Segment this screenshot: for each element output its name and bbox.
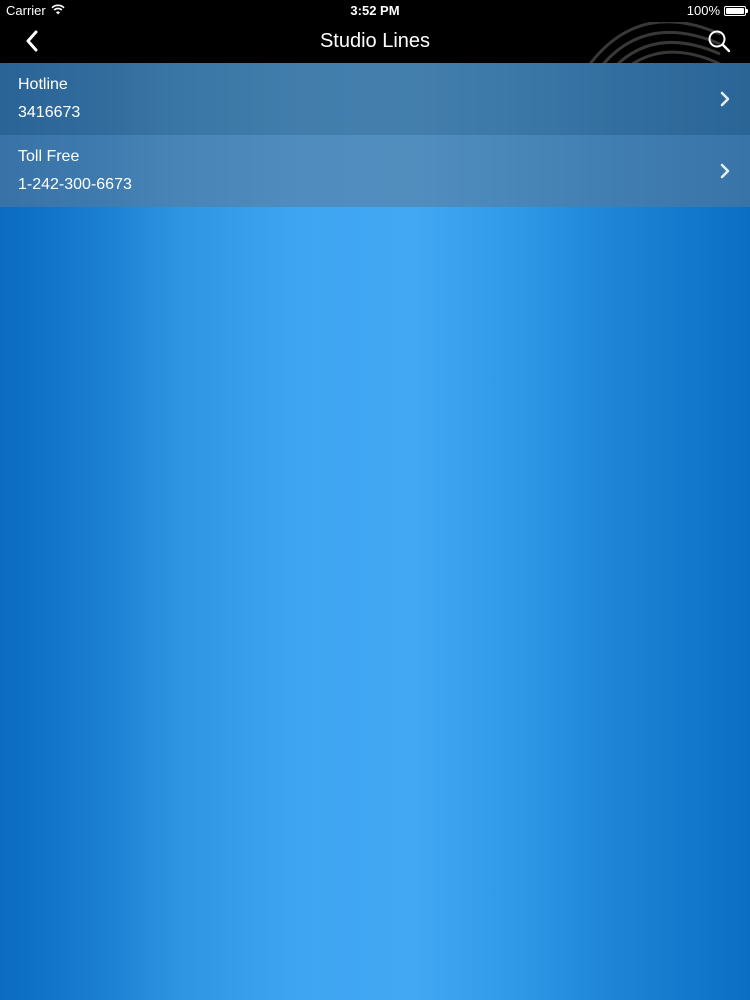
chevron-right-icon (720, 91, 730, 107)
list-item-hotline[interactable]: Hotline 3416673 (0, 63, 750, 135)
battery-percent: 100% (686, 3, 720, 18)
studio-lines-list: Hotline 3416673 Toll Free 1-242-300-6673 (0, 63, 750, 207)
line-title: Toll Free (18, 148, 80, 165)
line-number: 3416673 (18, 104, 81, 121)
search-button[interactable] (704, 26, 734, 56)
page-title: Studio Lines (319, 30, 431, 52)
search-icon (708, 30, 731, 53)
status-right: 100% (686, 0, 748, 22)
status-time: 3:52 PM (350, 3, 400, 18)
status-bar: Carrier 3:52 PM 100% (0, 0, 750, 22)
line-title: Hotline (18, 76, 68, 93)
line-number: 1-242-300-6673 (18, 176, 132, 193)
navigation-bar: Studio Lines (0, 22, 750, 63)
list-item-toll-free[interactable]: Toll Free 1-242-300-6673 (0, 135, 750, 207)
chevron-right-icon (720, 163, 730, 179)
battery-icon (724, 6, 748, 16)
